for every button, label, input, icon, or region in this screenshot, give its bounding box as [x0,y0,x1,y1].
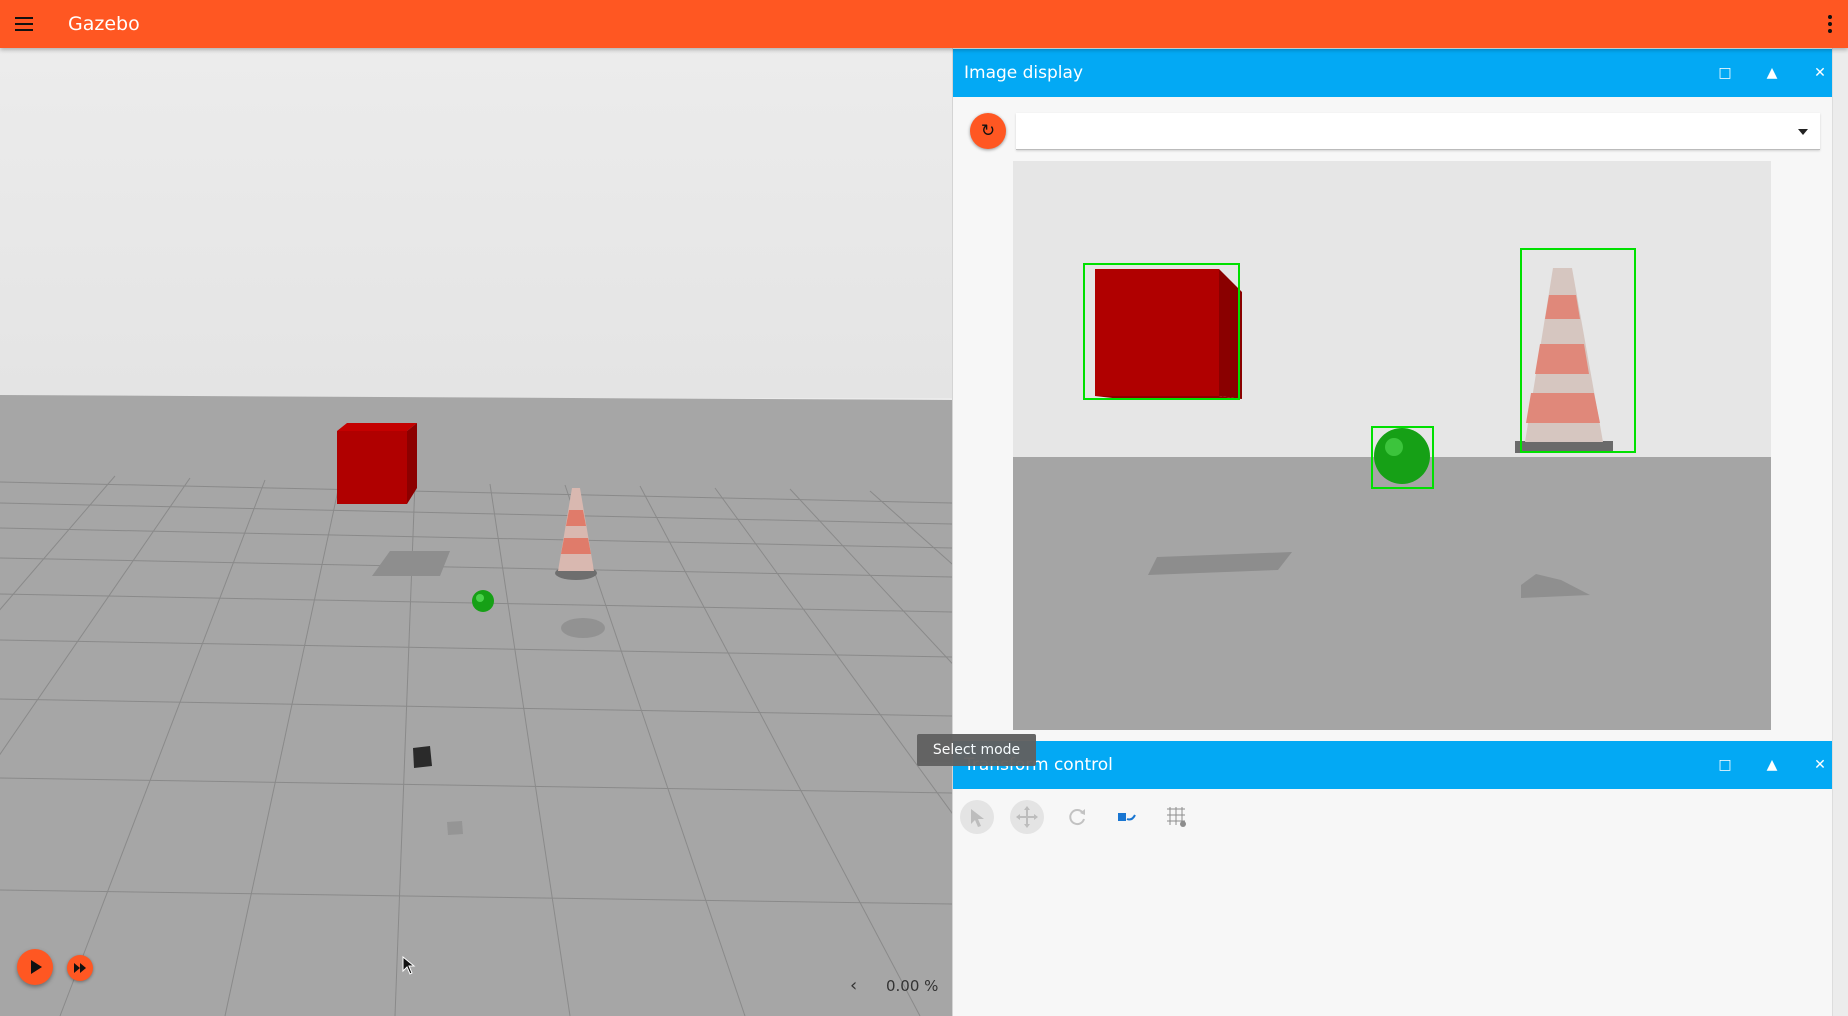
step-button[interactable] [67,955,93,981]
grid-snap-icon [1167,807,1186,827]
snap-button[interactable] [1109,800,1143,834]
translate-mode-button[interactable] [1010,800,1044,834]
mouse-cursor-icon [402,956,416,975]
rotate-mode-button[interactable] [1060,800,1094,834]
hamburger-menu-icon[interactable] [12,12,36,36]
translate-mode-icon [1016,806,1038,828]
image-display-header: Image display □ ▲ ✕ [953,49,1832,97]
dropdown-arrow-icon [1798,129,1808,135]
rotate-mode-icon [1069,809,1085,826]
panel-scrollbar[interactable] [1832,48,1848,1016]
cone-shadow [561,618,605,638]
green-sphere [472,590,494,612]
close-icon[interactable]: ✕ [1808,61,1832,85]
green-sphere [1374,428,1430,484]
transform-control-header: Transform control □ ▲ ✕ [953,741,1832,789]
camera-image-render [1013,161,1771,730]
image-display-title: Image display [964,63,1084,83]
app-bar: Gazebo [0,0,1848,48]
app-title: Gazebo [68,13,140,35]
maximize-icon[interactable]: □ [1713,753,1737,777]
camera-image [1013,161,1771,730]
refresh-button[interactable]: ↻ [970,113,1006,149]
tooltip: Select mode [917,734,1036,766]
collapse-icon[interactable]: ▲ [1760,61,1784,85]
refresh-icon: ↻ [980,121,996,141]
close-icon[interactable]: ✕ [1808,753,1832,777]
play-button[interactable] [17,949,53,985]
rtf-collapse-button[interactable]: ‹ [850,975,857,996]
more-vert-icon[interactable] [1822,12,1838,36]
topic-dropdown[interactable] [1016,113,1820,150]
scene-3d-viewport[interactable] [0,48,952,1016]
select-mode-button[interactable] [960,800,994,834]
ground-plane [0,395,952,1016]
real-time-factor: 0.00 % [886,977,939,995]
scene-render [0,48,952,1016]
grid-snap-button[interactable] [1159,800,1193,834]
collapse-icon[interactable]: ▲ [1760,753,1784,777]
red-box [1095,269,1242,399]
red-box [337,423,417,504]
select-mode-icon [971,809,984,827]
maximize-icon[interactable]: □ [1713,61,1737,85]
snap-icon [1118,813,1136,821]
